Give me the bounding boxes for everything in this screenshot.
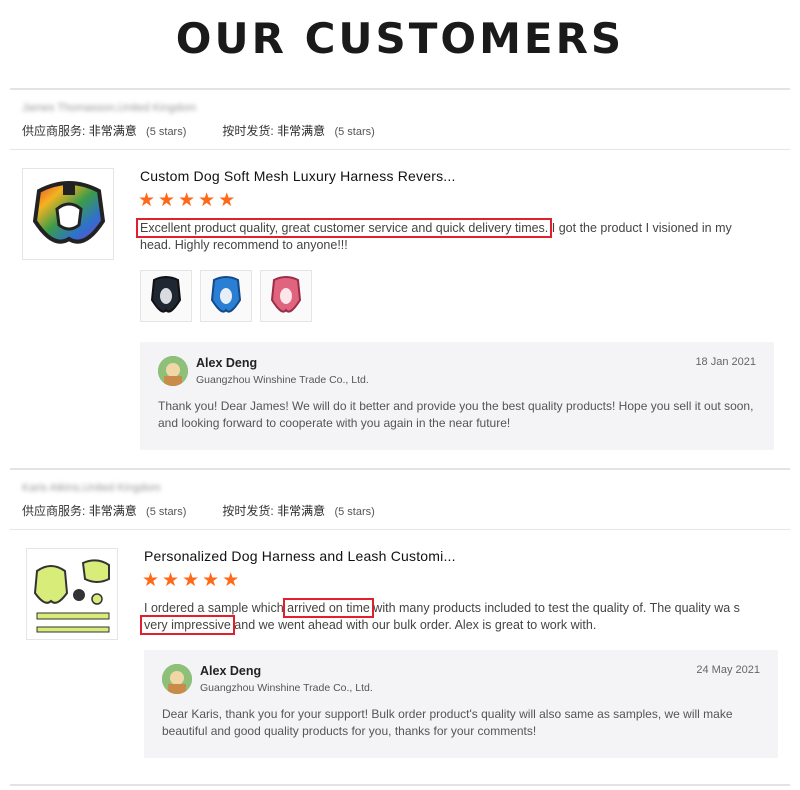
service-label: 供应商服务:	[22, 504, 86, 518]
review-text: Excellent product quality, great custome…	[136, 218, 750, 254]
star-icon: ★	[218, 190, 236, 211]
divider	[10, 468, 790, 470]
reply-date: 24 May 2021	[696, 664, 760, 676]
review-photo[interactable]	[260, 270, 312, 322]
product-review: Custom Dog Soft Mesh Luxury Harness Reve…	[10, 150, 790, 450]
shipping-value: 非常满意	[277, 124, 326, 138]
seller-name: Alex Deng	[196, 356, 258, 370]
star-icon: ★	[142, 570, 160, 591]
star-icon: ★	[138, 190, 156, 211]
shipping-label: 按时发货:	[222, 124, 274, 138]
review-text-part: with many products included to test the …	[369, 601, 740, 615]
service-value: 非常满意	[88, 124, 137, 138]
product-title[interactable]: Custom Dog Soft Mesh Luxury Harness Reve…	[140, 168, 456, 184]
seller-company: Guangzhou Winshine Trade Co., Ltd.	[200, 682, 373, 694]
harness-image	[27, 549, 117, 639]
product-thumbnail[interactable]	[22, 168, 114, 260]
star-icon: ★	[182, 570, 200, 591]
shipping-stars: (5 stars)	[334, 126, 375, 138]
highlighted-phrase: very impressive	[140, 615, 235, 635]
avatar	[158, 356, 188, 386]
service-stars: (5 stars)	[146, 506, 187, 518]
shipping-label: 按时发货:	[222, 504, 274, 518]
reply-text: Dear Karis, thank you for your support! …	[162, 707, 733, 738]
star-icon: ★	[158, 190, 176, 211]
reviewer-name: Karis Atkins,United Kingdom	[22, 482, 161, 494]
harness-image	[210, 276, 242, 313]
star-icon: ★	[198, 190, 216, 211]
star-icon: ★	[202, 570, 220, 591]
avatar	[162, 664, 192, 694]
star-icon: ★	[178, 190, 196, 211]
review-photo[interactable]	[200, 270, 252, 322]
service-label: 供应商服务:	[22, 124, 86, 138]
page-title: OUR CUSTOMERS	[175, 14, 625, 63]
service-value: 非常满意	[88, 504, 137, 518]
product-title[interactable]: Personalized Dog Harness and Leash Custo…	[144, 548, 456, 564]
review-photos	[140, 270, 312, 322]
shipping-value: 非常满意	[277, 504, 326, 518]
harness-image	[150, 276, 182, 313]
divider	[10, 88, 790, 90]
product-thumbnail[interactable]	[26, 548, 118, 640]
highlighted-phrase: arrived on time	[283, 598, 374, 618]
harness-image	[270, 276, 302, 313]
review-text: I ordered a sample which arrived on time…	[140, 598, 744, 635]
reply-text: Thank you! Dear James! We will do it bet…	[158, 399, 754, 430]
rating-stars: ★ ★ ★ ★ ★	[142, 571, 239, 590]
seller-name: Alex Deng	[200, 664, 262, 678]
seller-company: Guangzhou Winshine Trade Co., Ltd.	[196, 374, 369, 386]
rating-stars: ★ ★ ★ ★ ★	[138, 191, 235, 210]
reply-date: 18 Jan 2021	[695, 356, 756, 368]
shipping-stars: (5 stars)	[334, 506, 375, 518]
seller-reply: Alex Deng Guangzhou Winshine Trade Co., …	[140, 342, 774, 450]
star-icon: ★	[162, 570, 180, 591]
review-photo[interactable]	[140, 270, 192, 322]
harness-image	[32, 181, 106, 244]
review-card: James Thomasson,United Kingdom 供应商服务: 非常…	[10, 88, 790, 450]
highlighted-phrase: Excellent product quality, great custome…	[136, 218, 553, 238]
seller-ratings: 供应商服务: 非常满意 (5 stars) 按时发货: 非常满意 (5 star…	[22, 122, 790, 139]
reviewer-name: James Thomasson,United Kingdom	[22, 102, 197, 114]
divider	[10, 784, 790, 786]
service-stars: (5 stars)	[146, 126, 187, 138]
product-review: Personalized Dog Harness and Leash Custo…	[10, 530, 790, 780]
star-icon: ★	[222, 570, 240, 591]
review-card: Karis Atkins,United Kingdom 供应商服务: 非常满意 …	[10, 468, 790, 780]
seller-ratings: 供应商服务: 非常满意 (5 stars) 按时发货: 非常满意 (5 star…	[22, 502, 790, 519]
review-text-part: I ordered a sample which	[144, 601, 288, 615]
seller-reply: Alex Deng Guangzhou Winshine Trade Co., …	[144, 650, 778, 758]
review-text-part: and we went ahead with our bulk order. A…	[230, 618, 597, 632]
